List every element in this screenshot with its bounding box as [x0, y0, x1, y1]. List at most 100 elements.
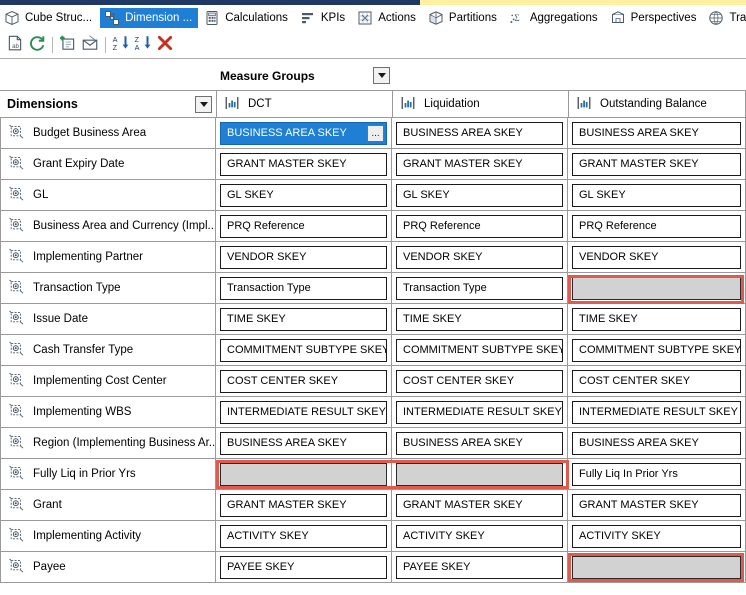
relationship-box[interactable] — [220, 462, 387, 486]
relationship-cell[interactable]: Transaction Type — [392, 273, 568, 304]
relationship-box[interactable]: PRQ Reference — [396, 214, 563, 238]
relationship-cell[interactable]: INTERMEDIATE RESULT SKEY — [216, 397, 392, 428]
relationship-cell[interactable]: BUSINESS AREA SKEY — [216, 428, 392, 459]
relationship-cell[interactable]: PRQ Reference — [568, 211, 746, 242]
relationship-box[interactable] — [396, 462, 563, 486]
relationship-cell[interactable]: GRANT MASTER SKEY — [568, 149, 746, 180]
refresh-button[interactable] — [26, 34, 48, 56]
relationship-box[interactable]: GRANT MASTER SKEY — [396, 152, 563, 176]
dimension-cell[interactable]: Implementing Partner — [0, 242, 216, 273]
relationship-box[interactable]: GRANT MASTER SKEY — [396, 493, 563, 517]
relationship-box[interactable]: COMMITMENT SUBTYPE SKEY — [220, 338, 387, 362]
relationship-cell[interactable]: PAYEE SKEY — [216, 552, 392, 583]
tab-dimension[interactable]: Dimension ... — [100, 8, 199, 28]
dimension-cell[interactable]: Fully Liq in Prior Yrs — [0, 459, 216, 490]
relationship-cell[interactable]: GRANT MASTER SKEY — [216, 490, 392, 521]
relationship-cell[interactable]: TIME SKEY — [568, 304, 746, 335]
relationship-cell[interactable]: BUSINESS AREA SKEY — [568, 428, 746, 459]
dimensions-filter-dropdown[interactable] — [195, 95, 212, 113]
relationship-box[interactable]: COST CENTER SKEY — [220, 369, 387, 393]
relationship-cell[interactable]: COMMITMENT SUBTYPE SKEY — [392, 335, 568, 366]
relationship-cell[interactable] — [392, 459, 568, 490]
relationship-cell[interactable]: ACTIVITY SKEY — [392, 521, 568, 552]
dimension-cell[interactable]: Grant Expiry Date — [0, 149, 216, 180]
relationship-cell[interactable]: GRANT MASTER SKEY — [216, 149, 392, 180]
measure-groups-filter-dropdown[interactable] — [373, 67, 390, 84]
relationship-cell[interactable]: GL SKEY — [392, 180, 568, 211]
dimension-cell[interactable]: GL — [0, 180, 216, 211]
relationship-box[interactable]: GRANT MASTER SKEY — [572, 152, 741, 176]
dimension-cell[interactable]: Payee — [0, 552, 216, 583]
relationship-box[interactable]: INTERMEDIATE RESULT SKEY — [396, 400, 563, 424]
show-properties-button[interactable]: ab — [4, 34, 26, 56]
tab-kpis[interactable]: KPIs — [296, 8, 351, 28]
relationship-box[interactable]: INTERMEDIATE RESULT SKEY — [220, 400, 387, 424]
sort-ascending-button[interactable]: AZ — [110, 34, 132, 56]
relationship-ellipsis-button[interactable]: ... — [367, 124, 384, 142]
relationship-box[interactable]: COMMITMENT SUBTYPE SKEY — [396, 338, 563, 362]
relationship-box[interactable]: TIME SKEY — [572, 307, 741, 331]
dimension-cell[interactable]: Implementing Activity — [0, 521, 216, 552]
relationship-cell[interactable]: INTERMEDIATE RESULT SKEY — [392, 397, 568, 428]
relationship-box[interactable]: COST CENTER SKEY — [396, 369, 563, 393]
relationship-box[interactable]: INTERMEDIATE RESULT SKEY — [572, 400, 741, 424]
relationship-cell[interactable]: COST CENTER SKEY — [568, 366, 746, 397]
relationship-cell[interactable]: VENDOR SKEY — [216, 242, 392, 273]
relationship-cell[interactable]: GRANT MASTER SKEY — [392, 149, 568, 180]
relationship-cell[interactable]: GL SKEY — [568, 180, 746, 211]
relationship-cell[interactable]: GRANT MASTER SKEY — [568, 490, 746, 521]
tab-cube-struc[interactable]: Cube Struc... — [0, 8, 98, 28]
relationship-box[interactable]: ACTIVITY SKEY — [220, 524, 387, 548]
relationship-box[interactable]: GL SKEY — [220, 183, 387, 207]
relationship-box[interactable]: VENDOR SKEY — [396, 245, 563, 269]
relationship-cell[interactable]: ACTIVITY SKEY — [568, 521, 746, 552]
relationship-cell[interactable]: COMMITMENT SUBTYPE SKEY — [216, 335, 392, 366]
relationship-cell[interactable] — [216, 459, 392, 490]
relationship-box[interactable]: BUSINESS AREA SKEY — [572, 121, 741, 145]
relationship-box[interactable]: PAYEE SKEY — [396, 555, 563, 579]
tab-actions[interactable]: Actions — [353, 8, 422, 28]
relationship-box[interactable]: BUSINESS AREA SKEY... — [220, 121, 387, 145]
relationship-cell[interactable]: GRANT MASTER SKEY — [392, 490, 568, 521]
dimension-cell[interactable]: Implementing WBS — [0, 397, 216, 428]
relationship-box[interactable]: PRQ Reference — [572, 214, 741, 238]
tab-transl[interactable]: Transl — [704, 8, 746, 28]
dimension-cell[interactable]: Issue Date — [0, 304, 216, 335]
relationship-cell[interactable] — [568, 552, 746, 583]
measure-group-column-header[interactable]: Outstanding Balance — [568, 90, 746, 118]
relationship-cell[interactable]: Transaction Type — [216, 273, 392, 304]
relationship-cell[interactable]: VENDOR SKEY — [568, 242, 746, 273]
relationship-box[interactable]: Fully Liq In Prior Yrs — [572, 462, 741, 486]
relationship-box[interactable]: Transaction Type — [220, 276, 387, 300]
relationship-cell[interactable]: INTERMEDIATE RESULT SKEY — [568, 397, 746, 428]
relationship-cell[interactable]: BUSINESS AREA SKEY... — [216, 118, 392, 149]
relationship-cell[interactable]: PRQ Reference — [216, 211, 392, 242]
relationship-box[interactable] — [572, 555, 741, 579]
relationship-box[interactable]: GRANT MASTER SKEY — [220, 493, 387, 517]
relationship-box[interactable]: BUSINESS AREA SKEY — [572, 431, 741, 455]
relationship-box[interactable]: VENDOR SKEY — [572, 245, 741, 269]
relationship-box[interactable]: Transaction Type — [396, 276, 563, 300]
relationship-cell[interactable]: COST CENTER SKEY — [392, 366, 568, 397]
relationship-cell[interactable]: PAYEE SKEY — [392, 552, 568, 583]
dimension-cell[interactable]: Grant — [0, 490, 216, 521]
relationship-cell[interactable]: COMMITMENT SUBTYPE SKEY — [568, 335, 746, 366]
tab-calculations[interactable]: Calculations — [200, 8, 294, 28]
relationship-box[interactable]: ACTIVITY SKEY — [572, 524, 741, 548]
relationship-box[interactable] — [572, 276, 741, 300]
relationship-box[interactable]: GRANT MASTER SKEY — [220, 152, 387, 176]
relationship-box[interactable]: COMMITMENT SUBTYPE SKEY — [572, 338, 741, 362]
tab-partitions[interactable]: Partitions — [424, 8, 503, 28]
relationship-box[interactable]: PAYEE SKEY — [220, 555, 387, 579]
dimension-cell[interactable]: Region (Implementing Business Ar... — [0, 428, 216, 459]
relationship-box[interactable]: GL SKEY — [396, 183, 563, 207]
dimension-cell[interactable]: Transaction Type — [0, 273, 216, 304]
relationship-box[interactable]: VENDOR SKEY — [220, 245, 387, 269]
relationship-cell[interactable]: PRQ Reference — [392, 211, 568, 242]
relationship-box[interactable]: GRANT MASTER SKEY — [572, 493, 741, 517]
relationship-box[interactable]: GL SKEY — [572, 183, 741, 207]
delete-button[interactable] — [154, 34, 176, 56]
relationship-cell[interactable]: VENDOR SKEY — [392, 242, 568, 273]
add-cube-dimension-button[interactable] — [57, 34, 79, 56]
tab-perspectives[interactable]: Perspectives — [606, 8, 703, 28]
